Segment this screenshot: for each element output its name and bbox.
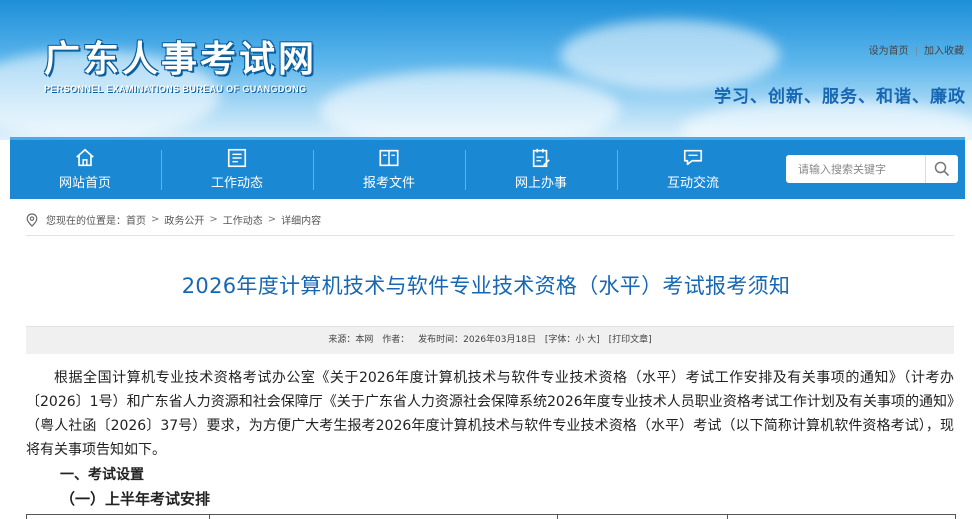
top-links-separator: |: [914, 46, 918, 57]
chat-icon: [683, 149, 703, 166]
cloud-decoration: [320, 70, 620, 140]
search-icon: [934, 161, 950, 177]
article-author: 作者：: [382, 335, 410, 345]
nav-label: 工作动态: [210, 176, 263, 191]
site-logo-title[interactable]: 广东人事考试网: [44, 30, 317, 82]
site-slogan: 学习、创新、服务、和谐、廉政: [714, 87, 966, 107]
search-box: [786, 155, 958, 183]
nav-label: 报考文件: [362, 176, 415, 191]
article-title: 2026年度计算机技术与软件专业技术资格（水平）考试报考须知: [181, 274, 791, 298]
breadcrumb: 您现在的位置是： 首页 > 政务公开 > 工作动态 > 详细内容: [26, 212, 954, 236]
breadcrumb-work-news[interactable]: 工作动态: [223, 212, 263, 227]
news-icon: [227, 148, 247, 168]
clipboard-icon: [532, 148, 550, 168]
breadcrumb-separator: >: [267, 214, 277, 225]
site-logo-subtitle: PERSONNEL EXAMINATIONS BUREAU OF GUANGDO…: [44, 84, 307, 94]
schedule-table: [26, 514, 956, 519]
nav-label: 互动交流: [666, 176, 719, 191]
article-publish-date: 发布时间：2026年03月18日: [418, 335, 536, 345]
breadcrumb-separator: >: [209, 214, 218, 225]
location-pin-icon: [26, 212, 38, 227]
nav-label: 网站首页: [58, 176, 111, 191]
table-column-divider: [727, 515, 728, 519]
breadcrumb-separator: >: [151, 214, 160, 225]
nav-item-work-news[interactable]: 工作动态: [162, 140, 312, 199]
breadcrumb-home[interactable]: 首页: [126, 212, 146, 227]
breadcrumb-current: 详细内容: [281, 216, 322, 227]
home-icon: [76, 148, 94, 167]
section-heading: 一、考试设置: [60, 467, 144, 483]
article-paragraph: 根据全国计算机专业技术资格考试办公室《关于2026年度计算机技术与软件专业技术资…: [26, 370, 954, 458]
set-home-link[interactable]: 设为首页: [869, 46, 909, 57]
table-column-divider: [209, 515, 210, 519]
breadcrumb-government-affairs[interactable]: 政务公开: [164, 212, 204, 227]
search-input[interactable]: [786, 155, 926, 183]
nav-item-home[interactable]: 网站首页: [10, 140, 160, 199]
nav-item-online-services[interactable]: 网上办事: [466, 140, 616, 199]
subsection-heading: （一）上半年考试安排: [60, 490, 211, 508]
nav-item-interaction[interactable]: 互动交流: [618, 140, 768, 199]
font-size-toggle[interactable]: [字体：小 大]: [545, 335, 600, 345]
print-article-link[interactable]: [打印文章]: [609, 335, 652, 345]
add-favorite-link[interactable]: 加入收藏: [924, 46, 964, 57]
article-meta-bar: 来源：本网 作者： 发布时间：2026年03月18日 [字体：小 大] [打印文…: [26, 326, 954, 354]
cloud-decoration: [560, 20, 780, 90]
table-column-divider: [557, 515, 558, 519]
book-icon: [379, 149, 399, 167]
nav-item-exam-files[interactable]: 报考文件: [314, 140, 464, 199]
site-header: 广东人事考试网 PERSONNEL EXAMINATIONS BUREAU OF…: [0, 0, 972, 140]
main-nav: 网站首页 工作动态 报考文件 网上办事 互动交流 请输入搜索关键字: [10, 137, 965, 199]
top-links: 设为首页 | 加入收藏: [869, 42, 964, 57]
article-source: 来源：本网: [328, 335, 374, 345]
breadcrumb-prefix: 您现在的位置是：: [46, 216, 126, 227]
nav-label: 网上办事: [514, 176, 567, 191]
search-button[interactable]: [925, 155, 958, 183]
